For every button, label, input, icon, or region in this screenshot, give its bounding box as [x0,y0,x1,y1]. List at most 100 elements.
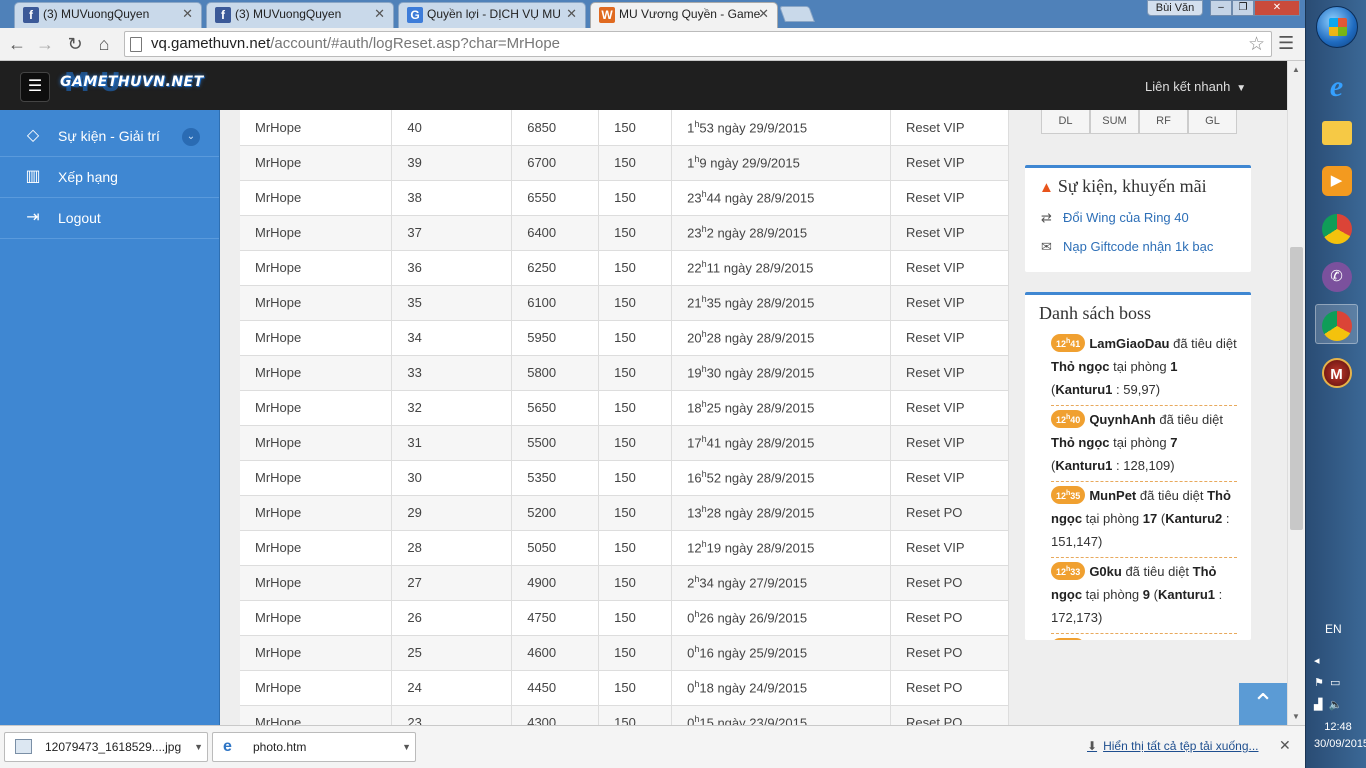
promo-link-giftcode[interactable]: ✉ Nạp Giftcode nhận 1k bạc [1025,232,1251,261]
cell-character: MrHope [240,530,393,566]
time-hour: 18 [687,400,702,416]
back-arrow-icon[interactable]: ← [5,32,29,56]
clock[interactable]: 12:48 30/09/2015 [1314,719,1366,753]
time-date: ngày 28/9/2015 [724,190,815,206]
cell-time: 12h19 ngày 28/9/2015 [671,530,891,566]
taskbar-mu-game[interactable]: M [1315,352,1358,392]
race-tab-sum[interactable]: SUM [1090,110,1139,134]
boss-kill-item: 12h35 MunPet đã tiêu diệt Thỏ ngọc tại ph… [1051,482,1237,558]
home-icon[interactable]: ⌂ [92,32,116,56]
time-minute: 28 [706,505,722,521]
site-logo[interactable]: GAMETHUVN.NET [60,74,204,90]
taskbar-explorer[interactable] [1315,112,1358,152]
promo-title-text: Sự kiện, khuyến mãi [1057,176,1207,196]
cell-character: MrHope [240,425,393,461]
quick-links-dropdown[interactable]: Liên kết nhanh ▼ [1145,79,1246,94]
language-indicator[interactable]: EN [1325,622,1342,636]
cell-character: MrHope [240,215,393,251]
browser-tab-1[interactable]: f (3) MUVuongQuyen ✕ [14,2,202,28]
player-name: MunPet [1089,488,1137,503]
table-row: MrHope 36 6250 150 22h11 ngày 28/9/2015 Reset… [240,250,1009,286]
cell-level: 150 [598,425,673,461]
time-hour: 23 [687,225,702,241]
taskbar-viber[interactable]: ✆ [1315,256,1358,296]
download-item-image[interactable]: 12079473_1618529....jpg ▼ [4,732,208,762]
time-date: ngày 23/9/2015 [717,715,808,725]
browser-chrome: f (3) MUVuongQuyen ✕ f (3) MUVuongQuyen … [0,0,1305,61]
maximize-icon[interactable]: ❐ [1232,0,1254,16]
chevron-down-icon[interactable]: ▼ [402,733,411,761]
table-row: MrHope 31 5500 150 17h41 ngày 28/9/2015 Reset… [240,425,1009,461]
cell-time: 0h26 ngày 26/9/2015 [671,600,891,636]
time-minute: 44 [706,190,722,206]
scrollbar-thumb[interactable] [1290,247,1303,530]
minimize-icon[interactable]: – [1210,0,1232,16]
close-tab-icon[interactable]: ✕ [182,3,193,25]
logout-icon: ⇥ [26,209,40,226]
chevron-down-icon[interactable]: ⌄ [182,128,200,146]
time-date: ngày 28/9/2015 [724,295,815,311]
new-tab-button[interactable] [779,6,815,22]
browser-menu-icon[interactable]: ☰ [1278,33,1294,54]
scroll-to-top-button[interactable]: ⌃ [1239,683,1287,725]
cell-points: 5950 [511,320,600,356]
cell-reset-count: 32 [391,390,513,426]
signal-icon[interactable]: ▟ [1314,699,1322,711]
map-name: Kanturu2 [1165,511,1223,526]
taskbar-chrome-active[interactable] [1315,304,1358,344]
close-tab-icon[interactable]: ✕ [374,3,385,25]
sidebar-item-ranking[interactable]: ▥ Xếp hạng [0,157,219,198]
close-tab-icon[interactable]: ✕ [758,3,769,25]
cell-reset-count: 31 [391,425,513,461]
sidebar-item-label: Xếp hạng [58,169,118,185]
network-icon[interactable]: ▭ [1330,677,1340,689]
time-date: ngày 26/9/2015 [717,610,808,626]
download-item-htm[interactable]: e photo.htm ▼ [212,732,416,762]
page-scrollbar[interactable]: ▲ ▼ [1287,61,1305,725]
image-file-icon [15,739,32,754]
browser-tab-active[interactable]: W MU Vương Quyền - Game ✕ [590,2,778,28]
table-row: MrHope 25 4600 150 0h16 ngày 25/9/2015 Reset … [240,635,1009,671]
time-date: ngày 28/9/2015 [724,505,815,521]
close-tab-icon[interactable]: ✕ [566,3,577,25]
badge-hour: 12 [1056,415,1067,425]
forward-arrow-icon[interactable]: → [33,32,57,56]
action-center-icon[interactable]: ⚑ [1314,677,1324,689]
tray-expand-icon[interactable]: ◂ [1314,650,1362,672]
reload-icon[interactable]: ↻ [63,32,87,56]
cell-level: 150 [598,635,673,671]
boss-name: Thỏ ngọc [1051,359,1110,374]
table-row: MrHope 32 5650 150 18h25 ngày 28/9/2015 Reset… [240,390,1009,426]
browser-tab-2[interactable]: f (3) MUVuongQuyen ✕ [206,2,394,28]
table-row: MrHope 33 5800 150 19h30 ngày 28/9/2015 Reset… [240,355,1009,391]
close-downloads-icon[interactable]: ✕ [1279,737,1291,754]
address-bar[interactable]: vq.gamethuvn.net/account/#auth/logReset.… [124,31,1272,57]
cell-points: 6250 [511,250,600,286]
start-button[interactable] [1316,6,1358,48]
scroll-down-icon[interactable]: ▼ [1292,712,1300,721]
bookmark-star-icon[interactable]: ☆ [1248,33,1265,56]
hamburger-menu-button[interactable]: ☰ [20,72,50,102]
race-tab-rf[interactable]: RF [1139,110,1188,134]
race-tab-gl[interactable]: GL [1188,110,1237,134]
browser-tab-3[interactable]: G Quyền lợi - DỊCH VỤ MU ✕ [398,2,586,28]
cell-reset-type: Reset PO [890,635,1009,671]
chevron-down-icon[interactable]: ▼ [194,733,203,761]
sidebar-item-logout[interactable]: ⇥ Logout [0,198,219,239]
promo-link-wing[interactable]: ⇄ Đổi Wing của Ring 40 [1025,203,1251,232]
profile-button[interactable]: Bùi Văn [1147,0,1203,16]
taskbar-ie[interactable]: e [1315,66,1358,106]
cell-level: 150 [598,355,673,391]
time-minute: 53 [699,120,714,136]
scroll-up-icon[interactable]: ▲ [1292,65,1300,74]
race-tab-dl[interactable]: DL [1041,110,1090,134]
cell-time: 23h44 ngày 28/9/2015 [671,180,891,216]
taskbar-chrome[interactable] [1315,208,1358,248]
room-number: 17 [1142,511,1158,526]
taskbar-media-player[interactable]: ▶ [1315,160,1358,200]
badge-minute: 40 [1070,415,1081,425]
show-all-downloads-link[interactable]: ⬇ Hiển thị tất cả tệp tải xuống... [1087,739,1259,753]
sidebar-item-events[interactable]: ◇ Sự kiện - Giải trí ⌄ [0,116,219,157]
window-close-icon[interactable]: ✕ [1254,0,1300,16]
volume-icon[interactable]: 🔈 [1329,699,1343,711]
